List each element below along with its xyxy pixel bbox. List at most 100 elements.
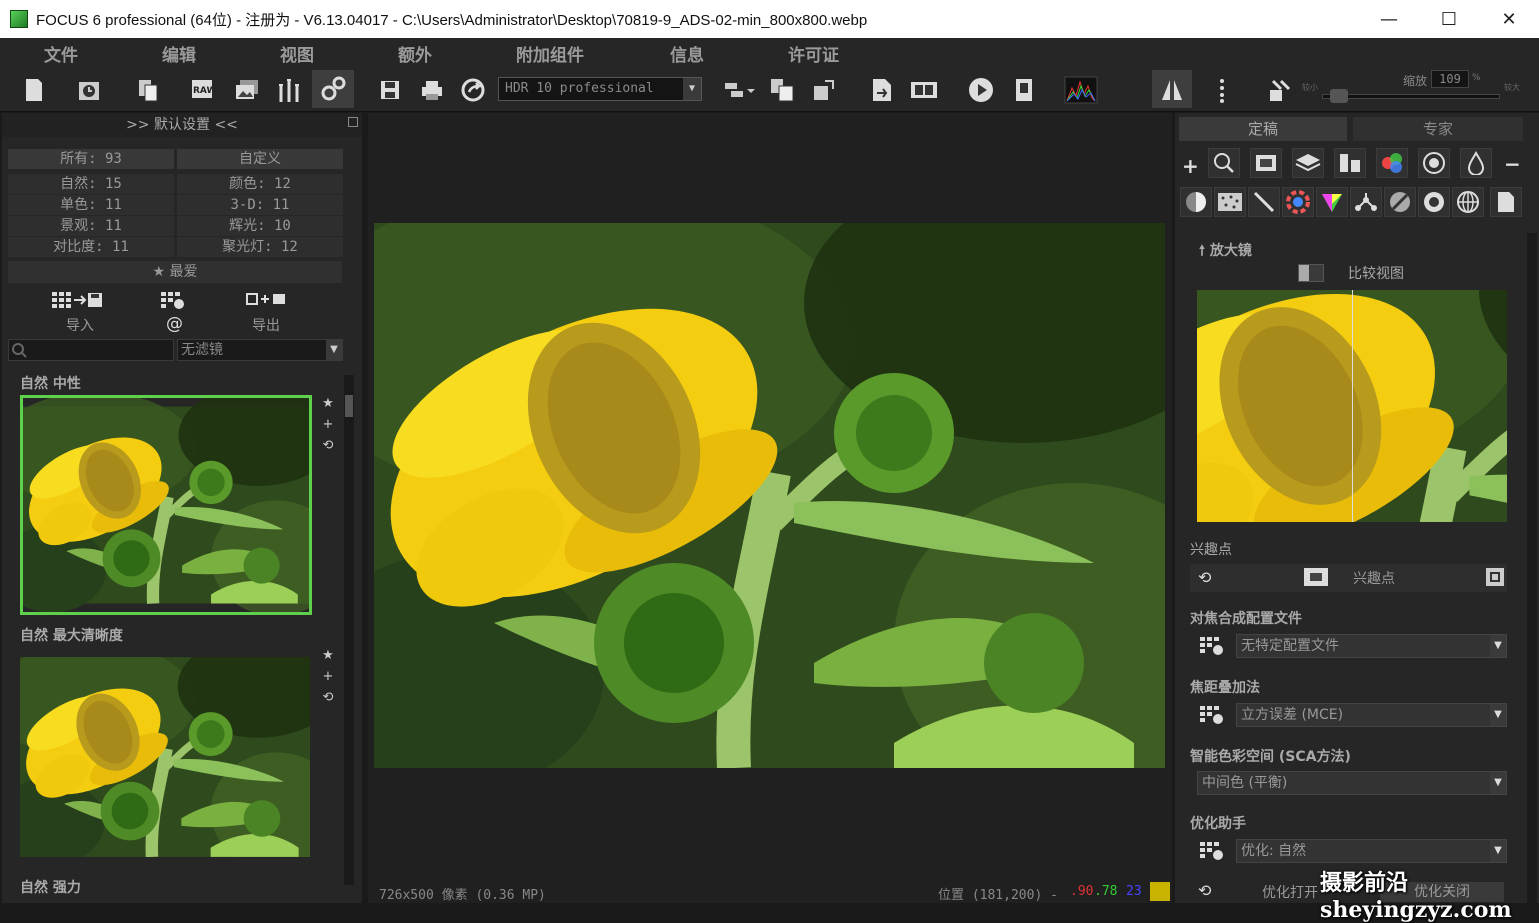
focus-profile-select[interactable]: 无特定配置文件 ▼ — [1236, 634, 1507, 658]
optimize-open-button[interactable]: 优化打开 — [1262, 882, 1318, 902]
spectrum-icon[interactable] — [1282, 187, 1314, 217]
star-icon[interactable]: ★ — [320, 645, 336, 666]
photos-icon[interactable] — [231, 74, 263, 106]
tab-expert[interactable]: 专家 — [1353, 117, 1523, 141]
copy-icon[interactable] — [132, 74, 164, 106]
chevron-down-icon[interactable]: ▼ — [1490, 840, 1506, 862]
prism-icon[interactable] — [1316, 187, 1348, 217]
magnifier-preview[interactable] — [1197, 290, 1507, 522]
at-button[interactable]: @ — [166, 314, 183, 334]
plus-icon[interactable]: + — [320, 666, 336, 687]
grid-settings-icon[interactable] — [1200, 705, 1224, 725]
compare-view-toggle[interactable] — [1298, 264, 1324, 282]
grid-settings-icon[interactable] — [1200, 636, 1224, 656]
import-button[interactable]: 导入 — [66, 315, 94, 335]
document-icon[interactable] — [1490, 187, 1522, 217]
chevron-down-icon[interactable]: ▼ — [1490, 635, 1506, 657]
menu-file[interactable]: 文件 — [44, 41, 118, 66]
chevron-down-icon[interactable]: ▼ — [326, 340, 342, 360]
refresh-icon[interactable]: ⟲ — [320, 435, 336, 456]
search-magnifier-icon[interactable] — [1208, 148, 1240, 178]
category-mono[interactable]: 单色: 11 — [8, 195, 174, 215]
drop-icon[interactable] — [1460, 148, 1492, 178]
zoom-slider-handle[interactable] — [1330, 89, 1348, 103]
compare-split-icon[interactable] — [1152, 70, 1192, 108]
menu-license[interactable]: 许可证 — [788, 41, 862, 66]
frame-icon[interactable] — [1304, 568, 1328, 586]
tools-icon[interactable] — [273, 74, 305, 106]
lens-icon[interactable] — [1384, 187, 1416, 217]
export-plus-icon[interactable] — [246, 291, 290, 313]
tab-finalize[interactable]: 定稿 — [1179, 117, 1347, 141]
export-file-icon[interactable] — [866, 74, 898, 106]
presets-scrollbar[interactable] — [344, 375, 354, 885]
histogram-icon[interactable] — [1062, 74, 1100, 106]
frame-icon[interactable] — [1250, 148, 1282, 178]
filter-select[interactable]: 无滤镜 ▼ — [177, 339, 343, 361]
refresh-icon[interactable]: ⟲ — [1198, 568, 1211, 587]
save-icon[interactable] — [374, 74, 406, 106]
pin-icon[interactable] — [348, 117, 358, 127]
filmstrip-icon[interactable] — [908, 74, 940, 106]
copy-icon[interactable] — [1486, 568, 1504, 586]
search-input[interactable] — [8, 339, 174, 361]
menu-view[interactable]: 视图 — [280, 41, 354, 66]
refresh-icon[interactable]: ⟲ — [1198, 881, 1211, 900]
stack-method-select[interactable]: 立方误差 (MCE) ▼ — [1236, 703, 1507, 727]
import-grid-icon[interactable] — [52, 291, 112, 313]
print-icon[interactable] — [416, 74, 448, 106]
share-icon[interactable] — [458, 74, 490, 106]
raw-icon[interactable]: RAW — [188, 74, 220, 106]
color-wheel-icon[interactable] — [1376, 148, 1408, 178]
minimize-button[interactable]: — — [1359, 0, 1419, 38]
menu-info[interactable]: 信息 — [670, 41, 744, 66]
magnifier-title[interactable]: 🠕 放大镜 — [1187, 240, 1507, 264]
category-glow[interactable]: 辉光: 10 — [177, 216, 343, 236]
zoom-value-input[interactable]: 109 — [1431, 70, 1469, 88]
dotted-divider-icon[interactable] — [1206, 74, 1238, 106]
category-natural[interactable]: 自然: 15 — [8, 174, 174, 194]
category-contrast[interactable]: 对比度: 11 — [8, 237, 174, 257]
rotate-flip-icon[interactable] — [1264, 74, 1296, 106]
preset-select[interactable]: HDR 10 professional ▼ — [498, 77, 702, 101]
main-image[interactable] — [374, 223, 1165, 768]
color-space-select[interactable]: 中间色 (平衡) ▼ — [1197, 771, 1507, 795]
star-icon[interactable]: ★ — [320, 393, 336, 414]
target-icon[interactable] — [1418, 148, 1450, 178]
new-file-icon[interactable] — [18, 74, 50, 106]
chevron-down-icon[interactable]: ▼ — [1490, 704, 1506, 726]
tone-icon[interactable] — [1180, 187, 1212, 217]
layers-icon[interactable] — [1292, 148, 1324, 178]
preset-thumbnail[interactable] — [20, 395, 312, 615]
grid-settings-icon[interactable] — [1200, 841, 1224, 861]
optimize-select[interactable]: 优化: 自然 ▼ — [1236, 839, 1507, 863]
channels-icon[interactable] — [1334, 148, 1366, 178]
nodes-icon[interactable] — [1350, 187, 1382, 217]
export-tiles-icon[interactable] — [808, 74, 840, 106]
chevron-down-icon[interactable]: ▼ — [1490, 772, 1506, 794]
brush-icon[interactable] — [1248, 187, 1280, 217]
favorites-button[interactable]: ★ 最爱 — [8, 261, 342, 283]
add-icon[interactable]: + — [1182, 154, 1199, 178]
category-custom[interactable]: 自定义 — [177, 149, 343, 169]
menu-edit[interactable]: 编辑 — [162, 41, 236, 66]
settings-gears-icon[interactable] — [312, 70, 354, 108]
menu-addons[interactable]: 附加组件 — [516, 41, 626, 66]
panel-scrollbar[interactable] — [1527, 233, 1537, 903]
preset-thumbnail[interactable] — [20, 657, 312, 857]
category-3d[interactable]: 3-D: 11 — [177, 195, 343, 215]
chevron-down-icon[interactable]: ▼ — [683, 78, 701, 100]
globe-icon[interactable] — [1452, 187, 1484, 217]
category-all[interactable]: 所有: 93 — [8, 149, 174, 169]
export-button[interactable]: 导出 — [252, 315, 280, 335]
noise-icon[interactable] — [1214, 187, 1246, 217]
refresh-icon[interactable]: ⟲ — [320, 687, 336, 708]
menu-extra[interactable]: 额外 — [398, 41, 472, 66]
aperture-icon[interactable] — [1418, 187, 1450, 217]
category-color[interactable]: 颜色: 12 — [177, 174, 343, 194]
plus-icon[interactable]: + — [320, 414, 336, 435]
category-landscape[interactable]: 景观: 11 — [8, 216, 174, 236]
grid-settings-icon[interactable] — [161, 291, 187, 313]
close-button[interactable]: ✕ — [1479, 0, 1539, 38]
sync-dropdown-icon[interactable] — [720, 74, 760, 106]
